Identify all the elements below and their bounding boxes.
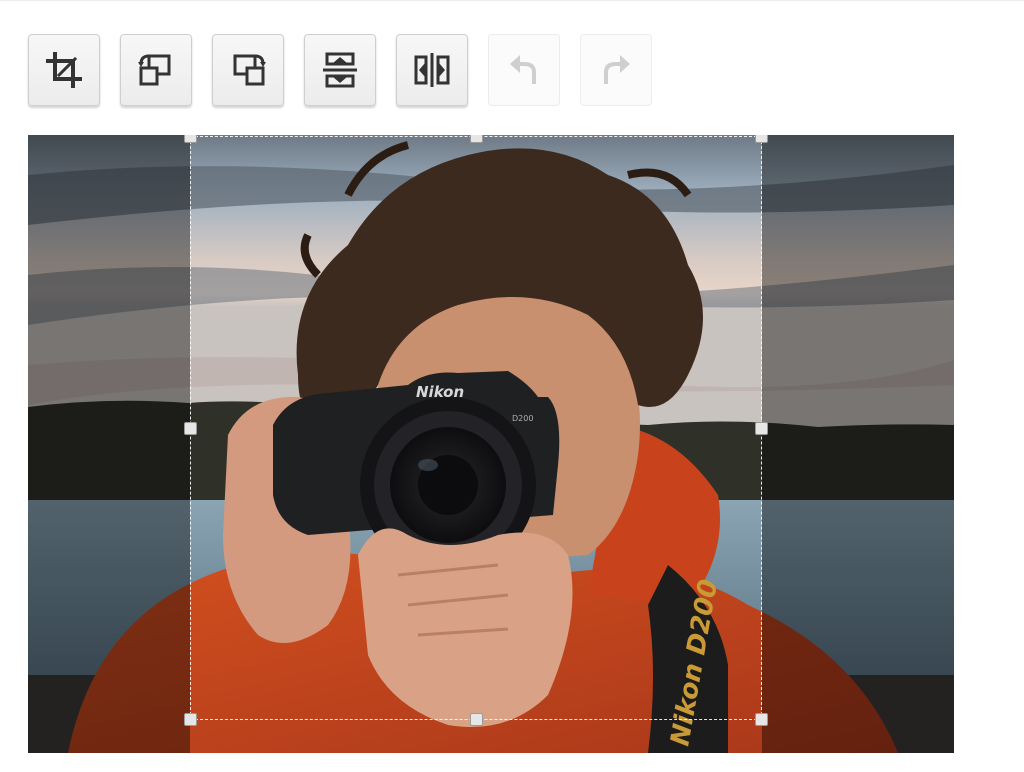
redo-button[interactable] bbox=[580, 34, 652, 106]
rotate-right-icon bbox=[233, 54, 266, 86]
crop-handle-bottom-right[interactable] bbox=[755, 713, 768, 726]
rotate-right-button[interactable] bbox=[212, 34, 284, 106]
crop-handle-top-middle[interactable] bbox=[470, 135, 483, 143]
flip-horizontal-icon bbox=[414, 53, 450, 87]
crop-handle-middle-right[interactable] bbox=[755, 422, 768, 435]
crop-selection-box[interactable] bbox=[184, 135, 768, 726]
flip-vertical-icon bbox=[323, 52, 357, 88]
crop-handle-bottom-middle[interactable] bbox=[470, 713, 483, 726]
crop-mask-left bbox=[28, 135, 190, 753]
redo-icon bbox=[604, 55, 630, 84]
rotate-left-icon bbox=[138, 54, 171, 86]
crop-handle-top-right[interactable] bbox=[755, 135, 768, 143]
crop-icon bbox=[46, 52, 82, 88]
image-editor: Nikon D200 Nikon D200 bbox=[0, 0, 1024, 772]
flip-vertical-button[interactable] bbox=[304, 34, 376, 106]
undo-icon bbox=[510, 55, 536, 84]
editor-toolbar bbox=[28, 34, 652, 106]
rotate-left-button[interactable] bbox=[120, 34, 192, 106]
top-divider bbox=[0, 0, 1024, 1]
undo-button[interactable] bbox=[488, 34, 560, 106]
flip-horizontal-button[interactable] bbox=[396, 34, 468, 106]
crop-handle-top-left[interactable] bbox=[184, 135, 197, 143]
image-canvas[interactable]: Nikon D200 Nikon D200 bbox=[28, 135, 954, 753]
crop-mask-right bbox=[762, 135, 954, 753]
crop-handle-bottom-left[interactable] bbox=[184, 713, 197, 726]
crop-button[interactable] bbox=[28, 34, 100, 106]
crop-handle-middle-left[interactable] bbox=[184, 422, 197, 435]
